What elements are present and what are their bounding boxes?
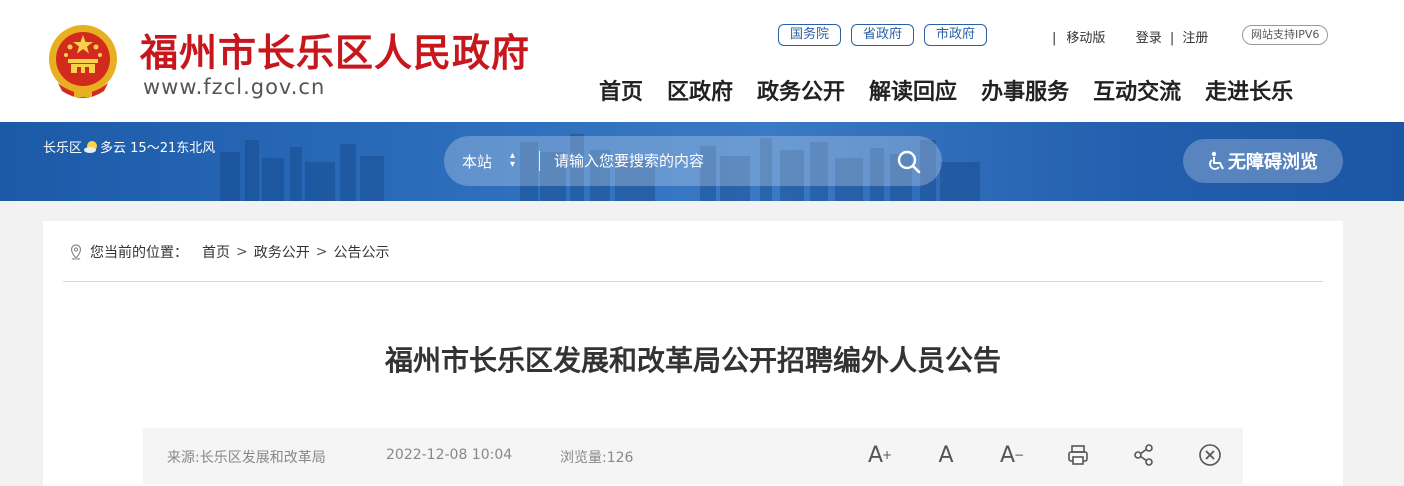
weather-text: 多云 15～21东北风 — [100, 141, 216, 156]
article-source: 来源:长乐区发展和改革局 — [167, 450, 326, 466]
divider — [539, 151, 540, 171]
article-title: 福州市长乐区发展和改革局公开招聘编外人员公告 — [384, 344, 1001, 377]
weather-location: 长乐区 — [43, 141, 83, 156]
share-icon[interactable] — [1131, 442, 1157, 468]
link-city-gov[interactable]: 市政府 — [924, 24, 988, 46]
site-header: 福州市长乐区人民政府 www.fzcl.gov.cn 国务院 省政府 市政府 |… — [0, 0, 1404, 122]
font-larger-button[interactable]: A + — [867, 442, 893, 468]
article-meta-bar: 来源:长乐区发展和改革局 2022-12-08 10:04 浏览量:126 A +… — [143, 428, 1243, 484]
separator: | — [1169, 31, 1175, 46]
login-link[interactable]: 登录 — [1136, 27, 1162, 46]
link-state-council[interactable]: 国务院 — [778, 24, 842, 46]
font-normal-button[interactable]: A — [933, 442, 959, 468]
plus-mark: + — [882, 448, 893, 462]
separator: | — [1052, 31, 1057, 46]
site-title[interactable]: 福州市长乐区人民政府 — [140, 22, 530, 77]
minus-mark: − — [1014, 448, 1025, 462]
font-normal-label: A — [938, 442, 954, 468]
nav-gov-affairs[interactable]: 政务公开 — [757, 74, 845, 106]
register-link[interactable]: 注册 — [1182, 27, 1208, 46]
article-panel: 您当前的位置： 首页 > 政务公开 > 公告公示 福州市长乐区发展和改革局公开招… — [43, 221, 1343, 486]
breadcrumb-separator: > — [315, 244, 328, 260]
site-url: www.fzcl.gov.cn — [143, 75, 326, 99]
accessibility-label: 无障碍浏览 — [1228, 152, 1318, 173]
nav-interaction[interactable]: 互动交流 — [1093, 74, 1181, 106]
wheelchair-icon — [1209, 151, 1224, 170]
location-pin-icon — [70, 244, 82, 260]
article-views: 浏览量:126 — [560, 450, 634, 466]
search-icon[interactable] — [894, 147, 924, 177]
national-emblem-icon — [49, 25, 117, 98]
font-smaller-button[interactable]: A − — [999, 442, 1025, 468]
breadcrumb-home[interactable]: 首页 — [202, 242, 230, 262]
nav-interpretation[interactable]: 解读回应 — [869, 74, 957, 106]
chevron-up-down-icon[interactable]: ▴ ▾ — [510, 151, 515, 170]
close-icon[interactable] — [1197, 442, 1223, 468]
partly-cloudy-icon — [84, 140, 98, 153]
breadcrumb-label: 您当前的位置： — [90, 245, 188, 261]
top-utility-links: | 移动版 登录 | 注册 — [1052, 27, 1208, 46]
breadcrumb: 您当前的位置： 首页 > 政务公开 > 公告公示 — [70, 242, 389, 262]
article-date: 2022-12-08 10:04 — [386, 447, 513, 463]
divider — [63, 281, 1323, 282]
font-smaller-label: A — [999, 442, 1015, 468]
breadcrumb-separator: > — [236, 244, 248, 260]
search-scope-select[interactable]: 本站 — [462, 151, 492, 172]
font-larger-label: A — [867, 442, 883, 468]
breadcrumb-announcements[interactable]: 公告公示 — [333, 242, 389, 262]
search-banner: 长乐区 多云 15～21东北风 本站 ▴▾ 无障碍浏览 — [0, 122, 1404, 201]
main-nav: 首页 区政府 政务公开 解读回应 办事服务 互动交流 走进长乐 — [599, 74, 1293, 106]
nav-services[interactable]: 办事服务 — [981, 74, 1069, 106]
mobile-version-link[interactable]: 移动版 — [1066, 27, 1105, 46]
breadcrumb-gov-affairs[interactable]: 政务公开 — [254, 242, 310, 262]
gov-links: 国务院 省政府 市政府 — [778, 24, 988, 46]
link-provincial-gov[interactable]: 省政府 — [851, 24, 915, 46]
accessibility-button[interactable]: 无障碍浏览 — [1183, 139, 1343, 183]
nav-district-gov[interactable]: 区政府 — [667, 74, 733, 106]
ipv6-badge: 网站支持IPV6 — [1242, 25, 1329, 45]
print-icon[interactable] — [1065, 442, 1091, 468]
nav-home[interactable]: 首页 — [599, 74, 643, 106]
nav-about-changle[interactable]: 走进长乐 — [1205, 74, 1293, 106]
weather-widget: 长乐区 多云 15～21东北风 — [43, 137, 215, 156]
search-bar: 本站 ▴ ▾ — [444, 136, 942, 186]
search-input[interactable] — [554, 149, 874, 173]
